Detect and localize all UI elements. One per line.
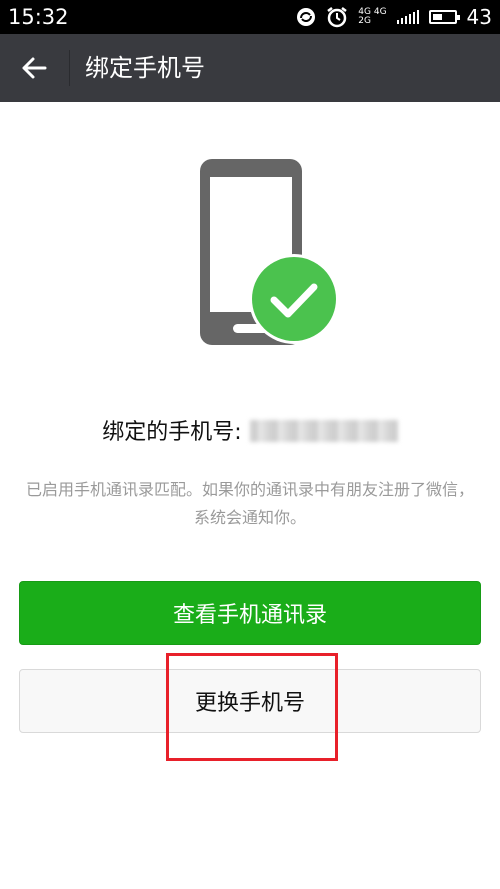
sync-icon: [297, 8, 316, 26]
battery-percent: 43: [466, 5, 492, 29]
view-contacts-button[interactable]: 查看手机通讯录: [19, 581, 481, 645]
check-circle-icon: [249, 254, 339, 344]
arrow-left-icon: [22, 57, 47, 79]
title-divider: [69, 50, 70, 86]
bound-phone-label: 绑定的手机号:: [102, 420, 242, 445]
contact-match-description: 已启用手机通讯录匹配。如果你的通讯录中有朋友注册了微信，系统会通知你。: [25, 480, 474, 527]
signal-icon: [396, 10, 419, 24]
title-bar: 绑定手机号: [0, 34, 500, 102]
status-icons: 4G 4G 2G 43: [296, 4, 492, 30]
status-time: 15:32: [8, 5, 69, 29]
battery-icon: [428, 10, 460, 24]
phone-bound-illustration: [200, 159, 339, 345]
alarm-icon: [327, 7, 348, 28]
status-bar: 15:32 4G 4G 2G 43: [0, 0, 500, 34]
blurred-phone-number: [249, 420, 398, 442]
bound-phone-row: 绑定的手机号:: [0, 414, 500, 446]
battery-fill: [432, 14, 442, 20]
annotation-highlight-box: [166, 653, 338, 761]
back-button[interactable]: [16, 52, 52, 84]
network-indicator: 4G 4G 2G: [358, 7, 387, 26]
page-title: 绑定手机号: [85, 54, 205, 82]
